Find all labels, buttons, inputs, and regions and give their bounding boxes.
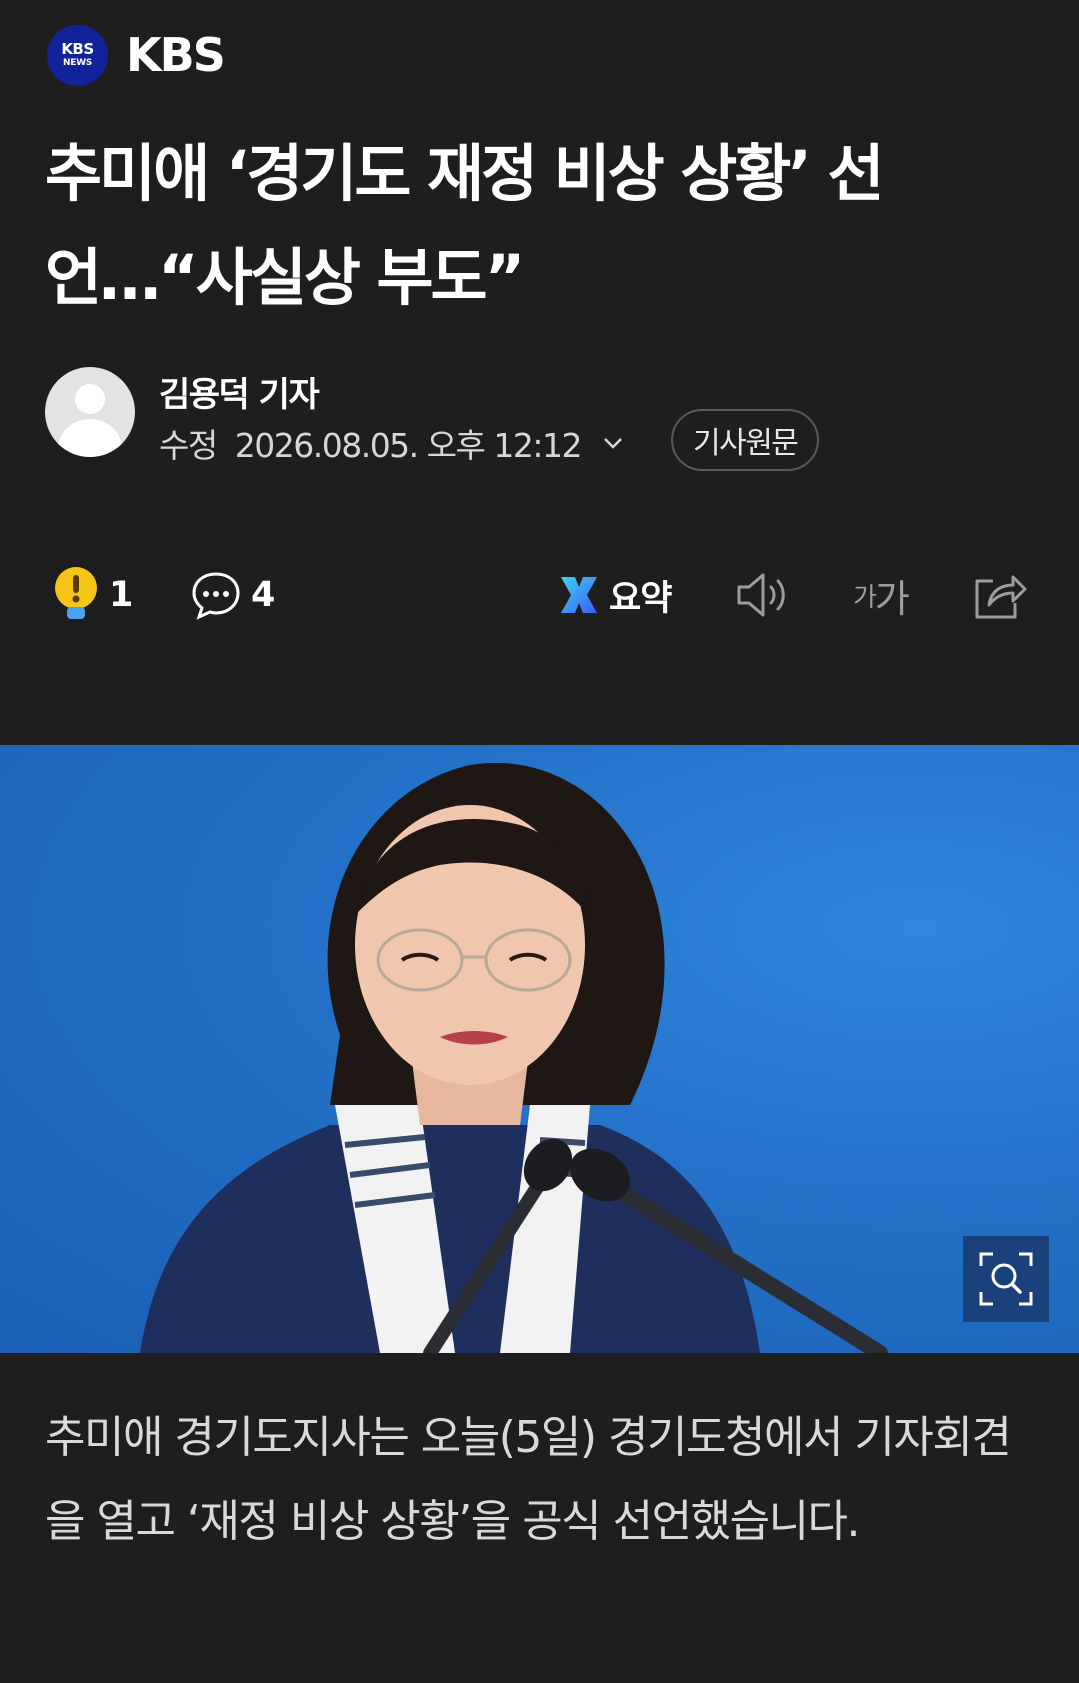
avatar-head-shape xyxy=(75,384,105,414)
original-article-button[interactable]: 기사원문 xyxy=(671,409,820,471)
press-name[interactable]: KBS xyxy=(126,28,226,82)
author-name[interactable]: 김용덕 기자 xyxy=(159,367,320,416)
comment-count: 4 xyxy=(251,575,276,615)
author-row: 김용덕 기자 수정 2026.08.05. 오후 12:12 기사원문 xyxy=(45,367,1045,471)
reaction-count: 1 xyxy=(109,575,134,615)
tts-button[interactable] xyxy=(735,560,793,630)
photo-illustration xyxy=(140,762,888,1353)
article-toolbar: 1 4 요약 가 가 xyxy=(45,560,1035,630)
reaction-button[interactable]: 1 xyxy=(53,560,133,630)
photo-zoom-button[interactable] xyxy=(963,1236,1049,1322)
ai-summary-icon xyxy=(561,577,597,613)
article-date-row[interactable]: 수정 2026.08.05. 오후 12:12 xyxy=(159,419,627,467)
exclamation-bulb-icon xyxy=(55,567,97,619)
comment-button[interactable]: 4 xyxy=(191,560,275,630)
zoom-icon xyxy=(979,1252,1033,1306)
summary-label: 요약 xyxy=(609,578,672,619)
share-button[interactable] xyxy=(971,560,1029,630)
share-icon xyxy=(975,575,1027,619)
comment-bubble-icon xyxy=(192,572,240,620)
date-label: 수정 xyxy=(159,426,218,465)
font-size-large-label: 가 xyxy=(874,576,910,621)
article-lead: 추미애 경기도지사는 오늘(5일) 경기도청에서 기자회견을 열고 ‘재정 비상… xyxy=(45,1412,1012,1547)
press-header[interactable]: KBS NEWS KBS xyxy=(47,24,226,86)
font-size-button[interactable]: 가 가 xyxy=(853,560,910,630)
article-date: 2026.08.05. 오후 12:12 xyxy=(234,426,583,465)
chevron-down-icon[interactable] xyxy=(599,429,627,457)
summary-button[interactable]: 요약 xyxy=(557,560,672,630)
article-photo[interactable] xyxy=(0,745,1079,1353)
logo-text-sub: NEWS xyxy=(63,58,92,68)
avatar-body-shape xyxy=(58,419,122,457)
press-logo[interactable]: KBS NEWS xyxy=(47,24,108,86)
avatar[interactable] xyxy=(45,367,135,457)
article-title: 추미애 ‘경기도 재정 비상 상황’ 선언…“사실상 부도” xyxy=(45,137,885,314)
logo-text-main: KBS xyxy=(61,40,94,58)
speaker-icon xyxy=(737,573,785,617)
font-size-small-label: 가 xyxy=(853,582,877,613)
